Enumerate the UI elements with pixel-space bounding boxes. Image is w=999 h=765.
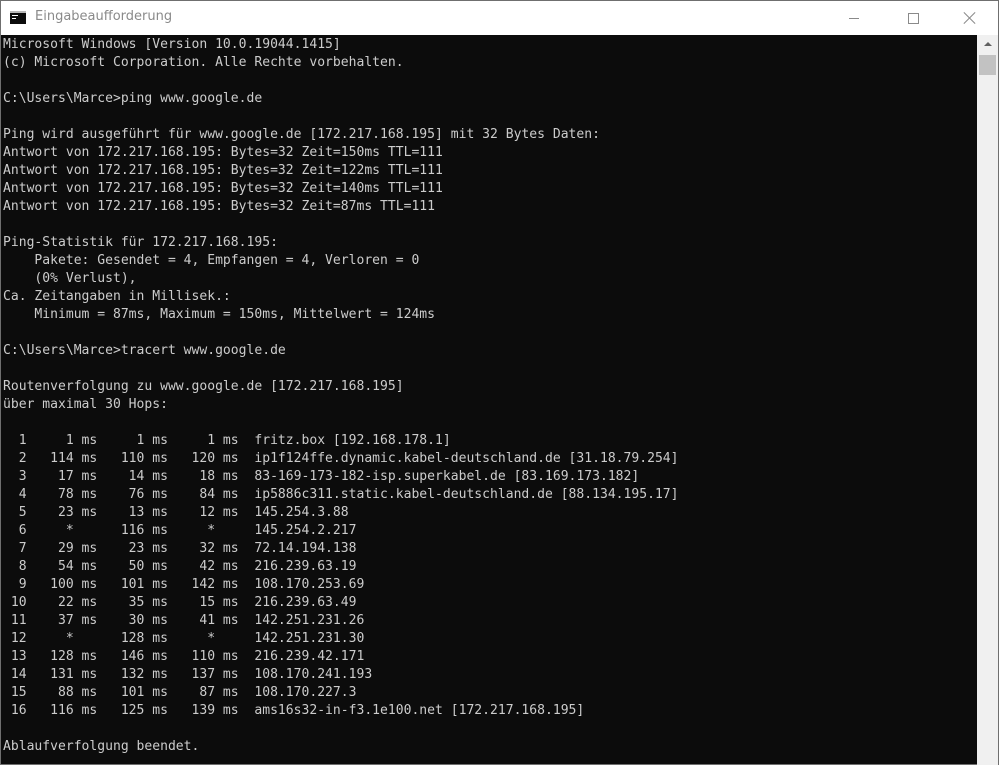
console-line: Ping-Statistik für 172.217.168.195: <box>3 235 278 250</box>
scroll-thumb[interactable] <box>979 55 996 75</box>
console-line: 14 131 ms 132 ms 137 ms 108.170.241.193 <box>3 667 373 682</box>
console-line: 7 29 ms 23 ms 32 ms 72.14.194.138 <box>3 541 357 556</box>
close-icon <box>964 12 976 24</box>
console-line: 8 54 ms 50 ms 42 ms 216.239.63.19 <box>3 559 357 574</box>
console-line: (c) Microsoft Corporation. Alle Rechte v… <box>3 55 404 70</box>
console-line: 3 17 ms 14 ms 18 ms 83-169-173-182-isp.s… <box>3 469 640 484</box>
console-line: Ablaufverfolgung beendet. <box>3 739 200 754</box>
console-line: 2 114 ms 110 ms 120 ms ip1f124ffe.dynami… <box>3 451 679 466</box>
console-line: 5 23 ms 13 ms 12 ms 145.254.3.88 <box>3 505 349 520</box>
cmd-window: Eingabeaufforderung Microsoft Windows [V… <box>0 0 999 765</box>
console-line: 16 116 ms 125 ms 139 ms ams16s32-in-f3.1… <box>3 703 585 718</box>
console-line: C:\Users\Marce>tracert www.google.de <box>3 343 286 358</box>
console-line: 12 * 128 ms * 142.251.231.30 <box>3 631 365 646</box>
console-line: 15 88 ms 101 ms 87 ms 108.170.227.3 <box>3 685 357 700</box>
console-line: Ping wird ausgeführt für www.google.de [… <box>3 127 600 142</box>
scroll-up-button[interactable] <box>977 35 998 53</box>
console-line: Antwort von 172.217.168.195: Bytes=32 Ze… <box>3 181 443 196</box>
console-line: Routenverfolgung zu www.google.de [172.2… <box>3 379 404 394</box>
console-line: über maximal 30 Hops: <box>3 397 168 412</box>
title-bar[interactable]: Eingabeaufforderung <box>1 1 998 35</box>
console-line: Antwort von 172.217.168.195: Bytes=32 Ze… <box>3 145 443 160</box>
console-text: Microsoft Windows [Version 10.0.19044.14… <box>1 36 977 756</box>
cmd-icon[interactable] <box>10 11 26 24</box>
console-line: 10 22 ms 35 ms 15 ms 216.239.63.49 <box>3 595 357 610</box>
console-line: 9 100 ms 101 ms 142 ms 108.170.253.69 <box>3 577 365 592</box>
console-line: 4 78 ms 76 ms 84 ms ip5886c311.static.ka… <box>3 487 679 502</box>
console-output[interactable]: Microsoft Windows [Version 10.0.19044.14… <box>1 35 977 765</box>
console-line: 13 128 ms 146 ms 110 ms 216.239.42.171 <box>3 649 365 664</box>
console-line: Pakete: Gesendet = 4, Empfangen = 4, Ver… <box>3 253 420 268</box>
console-line: C:\Users\Marce>ping www.google.de <box>3 91 263 106</box>
console-line: 11 37 ms 30 ms 41 ms 142.251.231.26 <box>3 613 365 628</box>
console-line: Antwort von 172.217.168.195: Bytes=32 Ze… <box>3 163 443 178</box>
console-line: Minimum = 87ms, Maximum = 150ms, Mittelw… <box>3 307 436 322</box>
console-line: 1 1 ms 1 ms 1 ms fritz.box [192.168.178.… <box>3 433 451 448</box>
console-line: (0% Verlust), <box>3 271 137 286</box>
vertical-scrollbar[interactable] <box>977 35 998 765</box>
console-line: Microsoft Windows [Version 10.0.19044.14… <box>3 37 341 52</box>
maximize-icon <box>907 12 919 24</box>
minimize-button[interactable] <box>831 1 877 35</box>
console-line: 6 * 116 ms * 145.254.2.217 <box>3 523 357 538</box>
console-line: Antwort von 172.217.168.195: Bytes=32 Ze… <box>3 199 436 214</box>
maximize-button[interactable] <box>890 1 936 35</box>
close-button[interactable] <box>947 1 993 35</box>
window-title: Eingabeaufforderung <box>35 9 173 24</box>
arrow-up-icon <box>983 42 992 46</box>
minimize-icon <box>849 17 859 19</box>
console-line: Ca. Zeitangaben in Millisek.: <box>3 289 231 304</box>
